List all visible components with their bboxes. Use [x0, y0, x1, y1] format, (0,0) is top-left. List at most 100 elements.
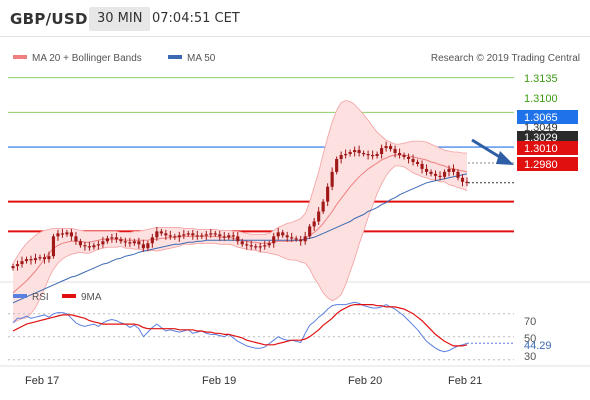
- rsi-tick-70: 70: [524, 316, 536, 328]
- candle-body: [29, 259, 33, 261]
- candle-body: [101, 241, 105, 245]
- candle-body: [146, 243, 150, 249]
- x-tick-feb20: Feb 20: [348, 375, 382, 387]
- candle-body: [69, 232, 74, 237]
- candle-body: [87, 246, 91, 248]
- candle-body: [254, 246, 258, 248]
- legend-bb-swatch: [13, 55, 27, 59]
- level-label-6: 1.3010: [524, 143, 558, 155]
- candle-body: [393, 149, 397, 154]
- legend-bb-label: MA 20 + Bollinger Bands: [32, 53, 142, 64]
- candle-body: [38, 257, 42, 259]
- candle-body: [299, 239, 303, 242]
- candle-body: [384, 146, 388, 149]
- candle-body: [218, 234, 222, 237]
- legend-ma50-swatch: [168, 55, 182, 59]
- candle-body: [42, 257, 47, 260]
- forecast-arrow-head: [496, 151, 514, 165]
- watermark: Research © 2019 Trading Central: [431, 53, 580, 64]
- candle-body: [24, 259, 29, 262]
- candle-body: [460, 177, 465, 182]
- candle-body: [191, 233, 195, 236]
- candle-body: [200, 235, 204, 237]
- rsi-ma-legend-label: 9MA: [81, 292, 102, 303]
- candle-body: [141, 244, 145, 249]
- candle-body: [321, 201, 325, 212]
- candle-body: [371, 155, 375, 157]
- candle-body: [447, 168, 451, 172]
- rsi-line: [12, 301, 468, 353]
- candle-body: [375, 154, 379, 157]
- candle-body: [128, 242, 132, 244]
- candle-body: [451, 168, 456, 172]
- rsi-legend-swatch: [13, 294, 27, 298]
- candle-body: [344, 154, 348, 156]
- candle-body: [389, 146, 393, 150]
- forecast-arrow-shaft: [471, 138, 504, 161]
- candle-body: [465, 181, 469, 183]
- candle-body: [227, 235, 231, 238]
- candle-body: [110, 237, 114, 239]
- candle-body: [411, 158, 415, 162]
- legend-ma50-label: MA 50: [187, 53, 216, 64]
- candle-body: [433, 173, 438, 176]
- candle-body: [173, 236, 177, 238]
- candle-body: [240, 241, 244, 245]
- candle-body: [357, 150, 361, 154]
- x-tick-feb19: Feb 19: [202, 375, 236, 387]
- candle-body: [263, 245, 267, 247]
- candle-body: [380, 148, 384, 155]
- candle-body: [114, 237, 118, 240]
- rsi-tick-30: 30: [524, 351, 536, 363]
- candle-body: [60, 233, 65, 235]
- candle-body: [33, 258, 38, 261]
- candle-body: [96, 244, 100, 246]
- candle-body: [353, 150, 357, 153]
- candle-body: [78, 241, 82, 246]
- candle-body: [312, 221, 316, 227]
- candle-body: [132, 241, 136, 244]
- candle-body: [65, 232, 69, 235]
- candle-body: [186, 233, 190, 235]
- candle-body: [326, 186, 330, 202]
- candle-body: [402, 155, 406, 157]
- candle-body: [182, 234, 186, 236]
- candle-body: [267, 243, 271, 246]
- candle-body: [137, 241, 141, 245]
- candle-body: [164, 233, 168, 236]
- level-label-1: 1.3135: [524, 73, 558, 85]
- candle-body: [303, 236, 307, 242]
- candle-body: [398, 153, 402, 156]
- candle-body: [123, 241, 127, 243]
- candle-body: [83, 245, 87, 247]
- candle-body: [159, 231, 163, 234]
- candle-body: [406, 157, 411, 159]
- candle-body: [74, 236, 78, 242]
- bollinger-band-fill: [13, 100, 467, 323]
- candle-body: [209, 233, 213, 235]
- price-chart: MA 20 + Bollinger Bands MA 50 Research ©…: [0, 53, 590, 387]
- candle-body: [168, 235, 172, 237]
- candle-body: [47, 256, 51, 260]
- candle-body: [155, 231, 159, 238]
- candle-body: [119, 239, 123, 242]
- candle-body: [195, 235, 199, 237]
- candle-body: [258, 246, 262, 248]
- candle-body: [362, 153, 366, 155]
- candle-body: [276, 232, 280, 237]
- candle-body: [213, 233, 217, 235]
- candle-body: [92, 245, 96, 248]
- candle-body: [339, 155, 343, 159]
- x-tick-feb21: Feb 21: [448, 375, 482, 387]
- candle-body: [330, 171, 334, 187]
- candle-body: [442, 171, 447, 177]
- candle-body: [20, 261, 24, 265]
- candle-body: [420, 163, 424, 169]
- candle-body: [11, 266, 15, 269]
- x-tick-feb17: Feb 17: [25, 375, 59, 387]
- candle-body: [51, 236, 56, 257]
- candle-body: [429, 171, 433, 174]
- candle-body: [231, 235, 235, 237]
- candle-body: [177, 235, 181, 238]
- candle-body: [294, 238, 298, 240]
